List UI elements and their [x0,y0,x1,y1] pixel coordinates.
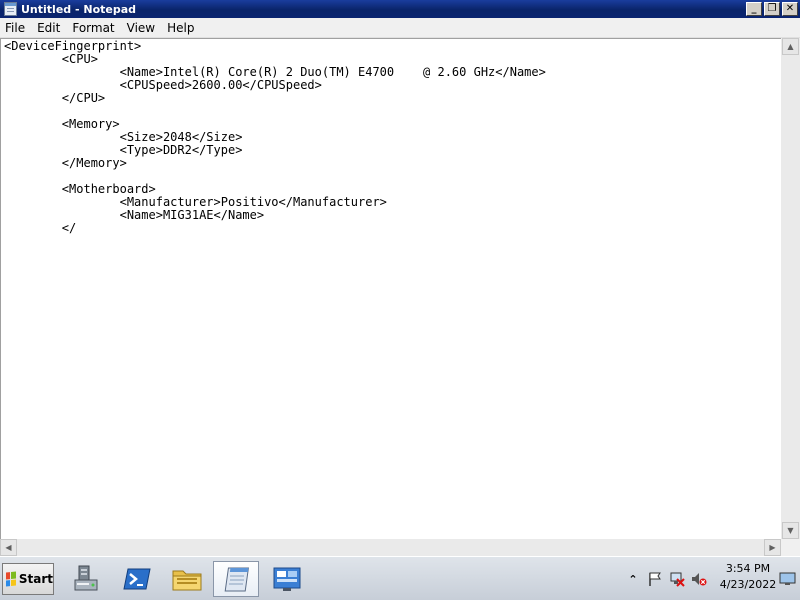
scroll-down-button[interactable]: ▼ [782,522,799,539]
document-line [4,105,781,118]
taskbar: Start ⌃ 3:54 PM 4/23/2022 [0,556,800,600]
clock-date: 4/23/2022 [719,578,777,591]
document-line: </Memory> [4,156,127,170]
window-title: Untitled - Notepad [21,2,137,16]
document-line: <Name>MIG31AE</Name> [4,208,265,222]
caption-buttons: _ ❐ ✕ [744,2,798,16]
powershell-icon [123,568,151,590]
minimize-button[interactable]: _ [746,2,762,16]
scroll-right-button[interactable]: ▶ [764,539,781,556]
text-editor[interactable]: <DeviceFingerprint> <CPU> <Name>Intel(R)… [0,38,781,539]
size-grip[interactable] [781,539,800,556]
notepad-icon [224,567,250,592]
start-button[interactable]: Start [2,563,54,595]
windows-logo-icon [6,571,16,587]
close-button[interactable]: ✕ [782,2,798,16]
start-label: Start [18,572,53,586]
menu-edit[interactable]: Edit [31,19,66,37]
server-manager-icon [74,565,98,591]
volume-muted-icon[interactable] [691,571,707,587]
clock-time: 3:54 PM [725,562,771,575]
menu-bar: File Edit Format View Help [0,18,800,38]
document-line: </CPU> [4,91,106,105]
taskbar-powershell[interactable] [114,561,160,597]
horizontal-scrollbar[interactable]: ◀ ▶ [0,539,781,556]
menu-help[interactable]: Help [161,19,200,37]
taskbar-explorer[interactable] [164,561,210,597]
scroll-left-button[interactable]: ◀ [0,539,17,556]
taskbar-control-panel[interactable] [264,561,310,597]
vertical-scrollbar[interactable]: ▲ ▼ [781,38,800,539]
menu-format[interactable]: Format [66,19,120,37]
taskbar-notepad[interactable] [213,561,259,597]
control-panel-icon [273,567,301,591]
menu-view[interactable]: View [121,19,161,37]
title-bar[interactable]: Untitled - Notepad _ ❐ ✕ [0,0,800,18]
explorer-folder-icon [172,570,202,591]
document-content[interactable]: <DeviceFingerprint> <CPU> <Name>Intel(R)… [1,39,781,235]
menu-file[interactable]: File [0,19,31,37]
document-line: </ [4,221,77,235]
scroll-up-button[interactable]: ▲ [782,38,799,55]
document-line: <CPUSpeed>2600.00</CPUSpeed> [4,78,322,92]
notepad-app-icon[interactable] [4,2,17,16]
action-center-flag-icon[interactable] [647,571,663,587]
network-icon[interactable] [669,571,685,587]
document-line: <DeviceFingerprint> [4,39,142,53]
system-clock[interactable]: 3:54 PM 4/23/2022 [718,561,778,593]
show-desktop-icon[interactable] [779,571,796,590]
maximize-button[interactable]: ❐ [764,2,780,16]
show-hidden-icons-button[interactable]: ⌃ [625,571,641,587]
taskbar-server-manager[interactable] [64,561,110,597]
